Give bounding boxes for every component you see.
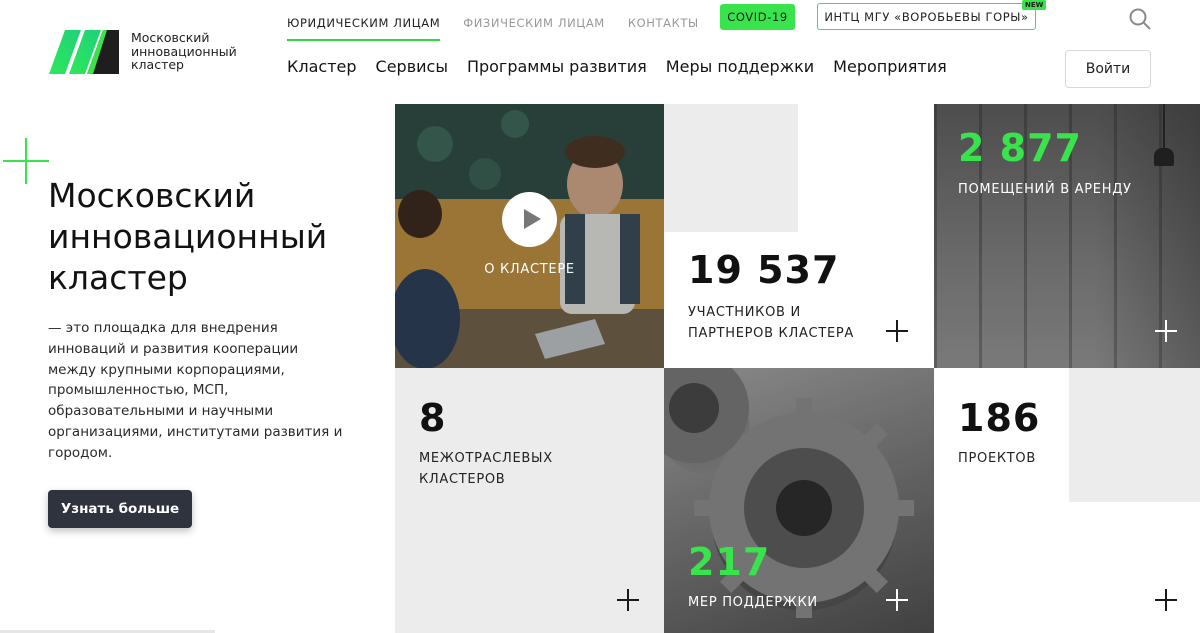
covid-button[interactable]: COVID-19 [720,4,795,30]
logo-line-2: инновационный [131,43,237,59]
intc-button[interactable]: ИНТЦ МГУ «ВОРОБЬЕВЫ ГОРЫ» [817,3,1036,30]
hero-title-line-1: Московский [48,176,256,215]
hero-title-line-3: кластер [48,258,188,297]
tile-decoration [664,104,798,232]
clusters-label-line-1: МЕЖОТРАСЛЕВЫХ [419,451,553,466]
play-icon [524,209,541,229]
rooms-count: 2 877 [958,126,1082,170]
nav-legal-entities[interactable]: ЮРИДИЧЕСКИМ ЛИЦАМ [287,15,441,41]
video-label: О КЛАСТЕРЕ [484,262,575,277]
expand-plus-icon[interactable] [1155,589,1177,611]
clusters-label-line-2: КЛАСТЕРОВ [419,472,506,487]
expand-plus-icon[interactable] [886,589,908,611]
lamp-shade-image [1154,148,1174,166]
logo-line-1: Московский [131,30,210,45]
audience-nav: ЮРИДИЧЕСКИМ ЛИЦАМ ФИЗИЧЕСКИМ ЛИЦАМ КОНТА… [287,10,722,41]
participants-label-line-1: УЧАСТНИКОВ И [688,305,801,320]
participants-tile[interactable]: 19 537 УЧАСТНИКОВ И ПАРТНЕРОВ КЛАСТЕРА [664,104,934,368]
login-button[interactable]: Войти [1065,50,1151,88]
search-icon[interactable] [1128,7,1152,31]
clusters-count: 8 [419,396,447,440]
nav-contacts[interactable]: КОНТАКТЫ [628,15,699,31]
about-cluster-video-tile[interactable]: О КЛАСТЕРЕ [395,104,664,368]
hero-title: Московский инновационный кластер [48,175,378,298]
clusters-label: МЕЖОТРАСЛЕВЫХ КЛАСТЕРОВ [419,448,553,490]
participants-count: 19 537 [688,248,840,292]
nav-individuals[interactable]: ФИЗИЧЕСКИМ ЛИЦАМ [463,15,605,31]
rooms-tile[interactable]: 2 877 ПОМЕЩЕНИЙ В АРЕНДУ [934,104,1200,368]
nav-support[interactable]: Меры поддержки [666,57,814,77]
nav-cluster[interactable]: Кластер [287,57,357,77]
participants-label: УЧАСТНИКОВ И ПАРТНЕРОВ КЛАСТЕРА [688,302,854,344]
expand-plus-icon[interactable] [617,589,639,611]
decorative-cross-icon [3,138,49,184]
nav-programs[interactable]: Программы развития [467,57,647,77]
nav-services[interactable]: Сервисы [376,57,448,77]
main-nav: Кластер Сервисы Программы развития Меры … [287,57,966,77]
rooms-label: ПОМЕЩЕНИЙ В АРЕНДУ [958,182,1132,197]
projects-label: ПРОЕКТОВ [958,451,1036,466]
learn-more-button[interactable]: Узнать больше [48,490,192,528]
new-badge: NEW [1022,0,1047,10]
support-count: 217 [688,540,771,584]
hero-title-line-2: инновационный [48,217,328,256]
play-button[interactable] [502,192,557,247]
site-header: Московский инновационный кластер ЮРИДИЧЕ… [0,0,1200,104]
projects-count: 186 [958,396,1041,440]
expand-plus-icon[interactable] [886,320,908,342]
lamp-image [1163,104,1165,148]
logo-mark-icon [49,30,119,74]
clusters-tile[interactable]: 8 МЕЖОТРАСЛЕВЫХ КЛАСТЕРОВ [395,368,664,633]
support-measures-tile[interactable]: 217 МЕР ПОДДЕРЖКИ [664,368,934,633]
expand-plus-icon[interactable] [1155,320,1177,342]
logo-text: Московский инновационный кластер [131,31,237,72]
logo-line-3: кластер [131,57,184,72]
support-label: МЕР ПОДДЕРЖКИ [688,595,818,610]
nav-events[interactable]: Мероприятия [833,57,947,77]
tile-decoration [1069,368,1200,502]
projects-tile[interactable]: 186 ПРОЕКТОВ [934,368,1200,633]
hero-description: — это площадка для внедрения инноваций и… [48,320,343,461]
participants-label-line-2: ПАРТНЕРОВ КЛАСТЕРА [688,326,855,341]
site-logo[interactable]: Московский инновационный кластер [47,28,257,76]
